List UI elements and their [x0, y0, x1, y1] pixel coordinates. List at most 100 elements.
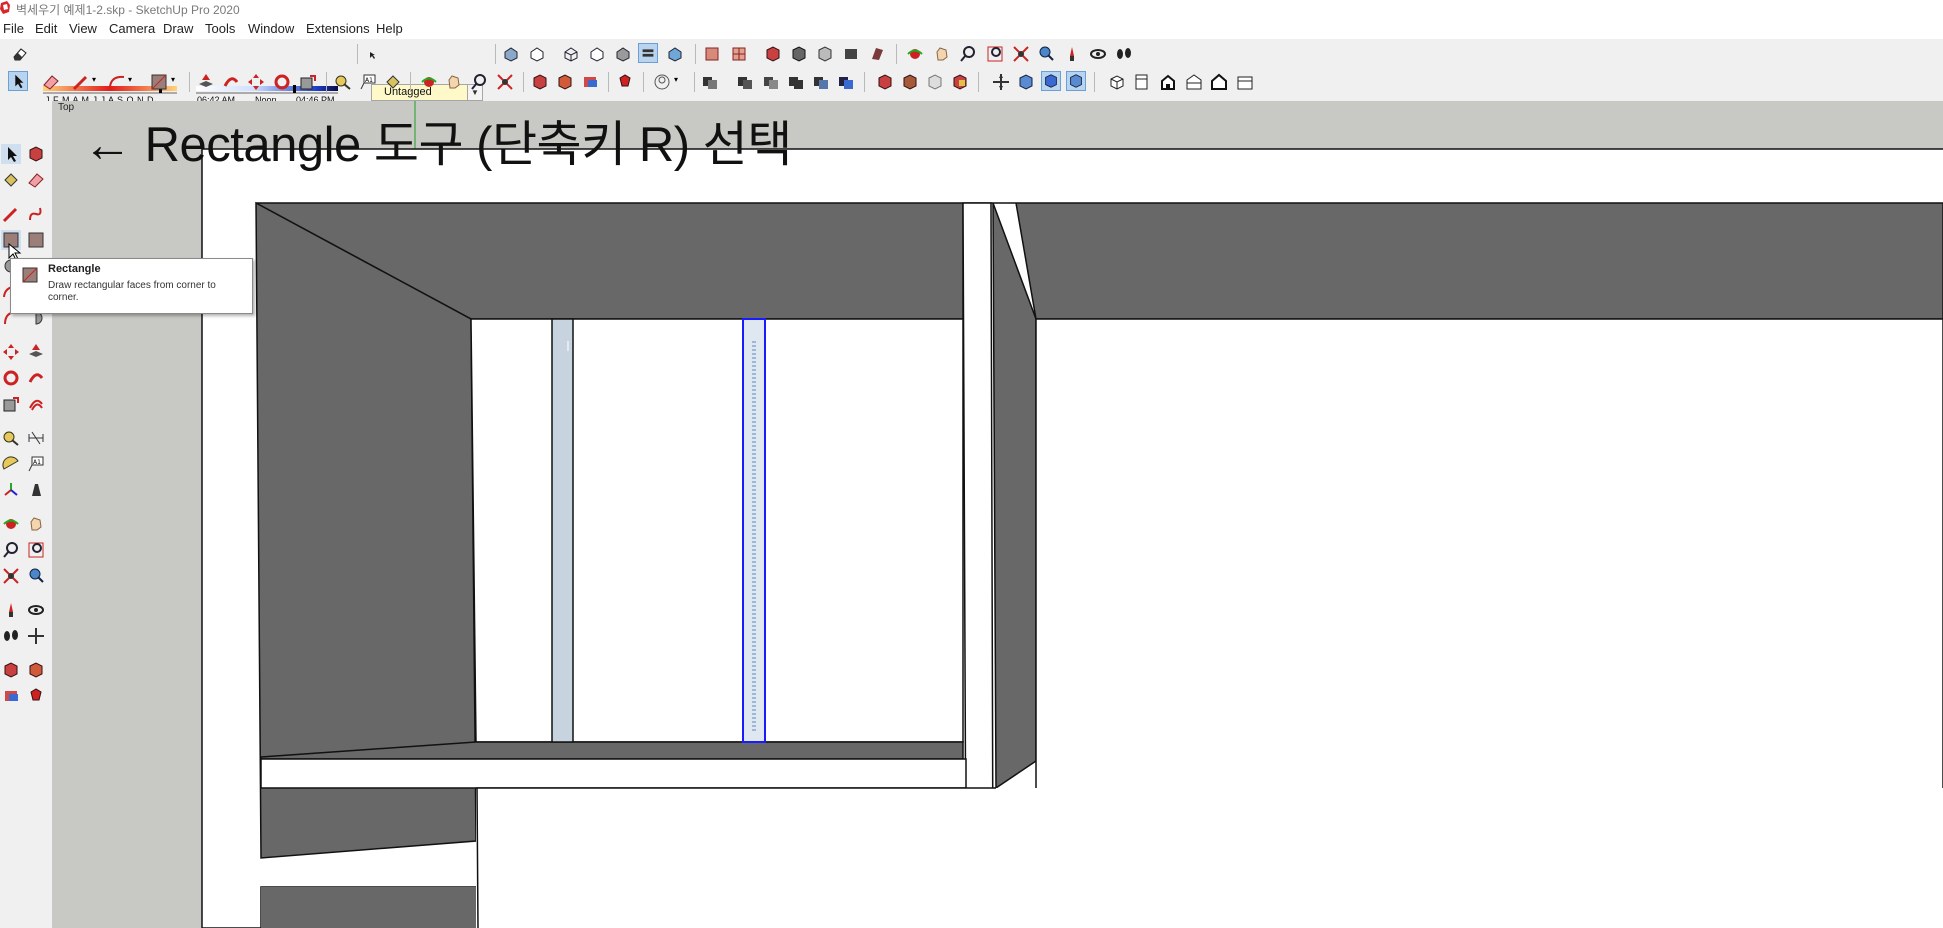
- drape-icon[interactable]: [925, 72, 945, 92]
- monochrome-icon[interactable]: [665, 44, 685, 64]
- menu-edit[interactable]: Edit: [35, 21, 57, 36]
- xray-icon[interactable]: [501, 44, 521, 64]
- zoom-icon[interactable]: [958, 44, 978, 64]
- line-icon[interactable]: [1, 204, 21, 224]
- hidden-line-icon[interactable]: [587, 44, 607, 64]
- eraser-icon[interactable]: [10, 44, 30, 64]
- rectangle-dropdown-icon[interactable]: ▾: [171, 75, 191, 95]
- paint-bucket-icon[interactable]: [1, 170, 21, 190]
- send-layout-icon[interactable]: [1, 686, 21, 706]
- section-plane-icon[interactable]: [26, 626, 46, 646]
- previous-view-icon[interactable]: [26, 566, 46, 586]
- wireframe-icon[interactable]: [561, 44, 581, 64]
- extension-warehouse-icon[interactable]: [26, 660, 46, 680]
- add-detail-icon[interactable]: [950, 72, 970, 92]
- outer-shell-icon[interactable]: [735, 72, 755, 92]
- line-icon[interactable]: [71, 72, 91, 92]
- display-section-cuts-button[interactable]: [1041, 71, 1061, 91]
- menu-tools[interactable]: Tools: [205, 21, 235, 36]
- menu-help[interactable]: Help: [376, 21, 403, 36]
- menu-camera[interactable]: Camera: [109, 21, 155, 36]
- shaded-textures-button[interactable]: [638, 43, 658, 63]
- extension-manager-icon[interactable]: [26, 686, 46, 706]
- eraser-icon[interactable]: [26, 170, 46, 190]
- freehand-icon[interactable]: [26, 204, 46, 224]
- paint-bucket-icon[interactable]: [383, 72, 403, 92]
- style-builder-icon[interactable]: [815, 44, 835, 64]
- position-camera-icon[interactable]: [1062, 44, 1082, 64]
- back-edges-icon[interactable]: [527, 44, 547, 64]
- display-section-icon[interactable]: [1016, 72, 1036, 92]
- extension-icon[interactable]: [763, 44, 783, 64]
- scale-icon[interactable]: [1, 394, 21, 414]
- trim-icon[interactable]: [836, 72, 856, 92]
- stamp-icon[interactable]: [900, 72, 920, 92]
- extension-manager-icon[interactable]: [615, 72, 635, 92]
- select-button[interactable]: [8, 71, 28, 91]
- subtract-icon[interactable]: [811, 72, 831, 92]
- position-camera-icon[interactable]: [1, 600, 21, 620]
- axes-icon[interactable]: [1, 480, 21, 500]
- orbit-icon[interactable]: [419, 72, 439, 92]
- left-view-icon[interactable]: [1235, 72, 1255, 92]
- follow-me-icon[interactable]: [26, 368, 46, 388]
- union-icon[interactable]: [786, 72, 806, 92]
- shaded-icon[interactable]: [613, 44, 633, 64]
- walk-icon[interactable]: [1, 626, 21, 646]
- top-view-icon[interactable]: [1132, 72, 1152, 92]
- rectangle-icon[interactable]: [149, 72, 169, 92]
- text-icon[interactable]: A1: [358, 72, 378, 92]
- account-dropdown-icon[interactable]: ▾: [674, 75, 694, 95]
- zoom-extents-icon[interactable]: [1, 566, 21, 586]
- tape-measure-icon[interactable]: [1, 428, 21, 448]
- component-grid-icon[interactable]: [729, 44, 749, 64]
- follow-me-icon[interactable]: [221, 72, 241, 92]
- send-layout-icon[interactable]: [580, 72, 600, 92]
- zoom-extents-icon[interactable]: [1011, 44, 1031, 64]
- previous-view-icon[interactable]: [1036, 44, 1056, 64]
- warehouse-icon[interactable]: [530, 72, 550, 92]
- rotate-icon[interactable]: [272, 72, 292, 92]
- 3d-text-icon[interactable]: [26, 480, 46, 500]
- look-around-icon[interactable]: [26, 600, 46, 620]
- scale-icon[interactable]: [298, 72, 318, 92]
- text-icon[interactable]: A1: [26, 454, 46, 474]
- look-around-icon[interactable]: [1088, 44, 1108, 64]
- intersect-icon[interactable]: [761, 72, 781, 92]
- front-view-icon[interactable]: [1158, 72, 1178, 92]
- eraser-icon[interactable]: [41, 72, 61, 92]
- section-plane-icon[interactable]: [991, 72, 1011, 92]
- pan-icon[interactable]: [444, 72, 464, 92]
- move-icon[interactable]: [1, 342, 21, 362]
- arc-dropdown-icon[interactable]: ▾: [128, 75, 148, 95]
- select-icon[interactable]: [1, 144, 21, 164]
- warehouse-icon[interactable]: [702, 44, 722, 64]
- menu-extensions[interactable]: Extensions: [306, 21, 370, 36]
- right-view-icon[interactable]: [1184, 72, 1204, 92]
- tape-measure-icon[interactable]: [333, 72, 353, 92]
- back-view-icon[interactable]: [1209, 72, 1229, 92]
- menu-view[interactable]: View: [69, 21, 97, 36]
- iso-view-icon[interactable]: [1107, 72, 1127, 92]
- pan-icon[interactable]: [932, 44, 952, 64]
- zoom-icon[interactable]: [469, 72, 489, 92]
- rotated-rectangle-icon[interactable]: [26, 230, 46, 250]
- drawing-viewport[interactable]: Top: [53, 101, 1943, 928]
- zoom-icon[interactable]: [1, 540, 21, 560]
- walk-icon[interactable]: [1114, 44, 1134, 64]
- warehouse-icon[interactable]: [1, 660, 21, 680]
- menu-window[interactable]: Window: [248, 21, 294, 36]
- offset-icon[interactable]: [26, 394, 46, 414]
- make-component-icon[interactable]: [26, 144, 46, 164]
- pan-icon[interactable]: [26, 514, 46, 534]
- dimension-icon[interactable]: [26, 428, 46, 448]
- zoom-extents-icon[interactable]: [495, 72, 515, 92]
- model-info-icon[interactable]: [789, 44, 809, 64]
- sandbox-icon[interactable]: [875, 72, 895, 92]
- menu-file[interactable]: File: [3, 21, 24, 36]
- rotate-icon[interactable]: [1, 368, 21, 388]
- orbit-icon[interactable]: [1, 514, 21, 534]
- menu-draw[interactable]: Draw: [163, 21, 193, 36]
- display-section-fill-button[interactable]: [1066, 71, 1086, 91]
- protractor-icon[interactable]: [1, 454, 21, 474]
